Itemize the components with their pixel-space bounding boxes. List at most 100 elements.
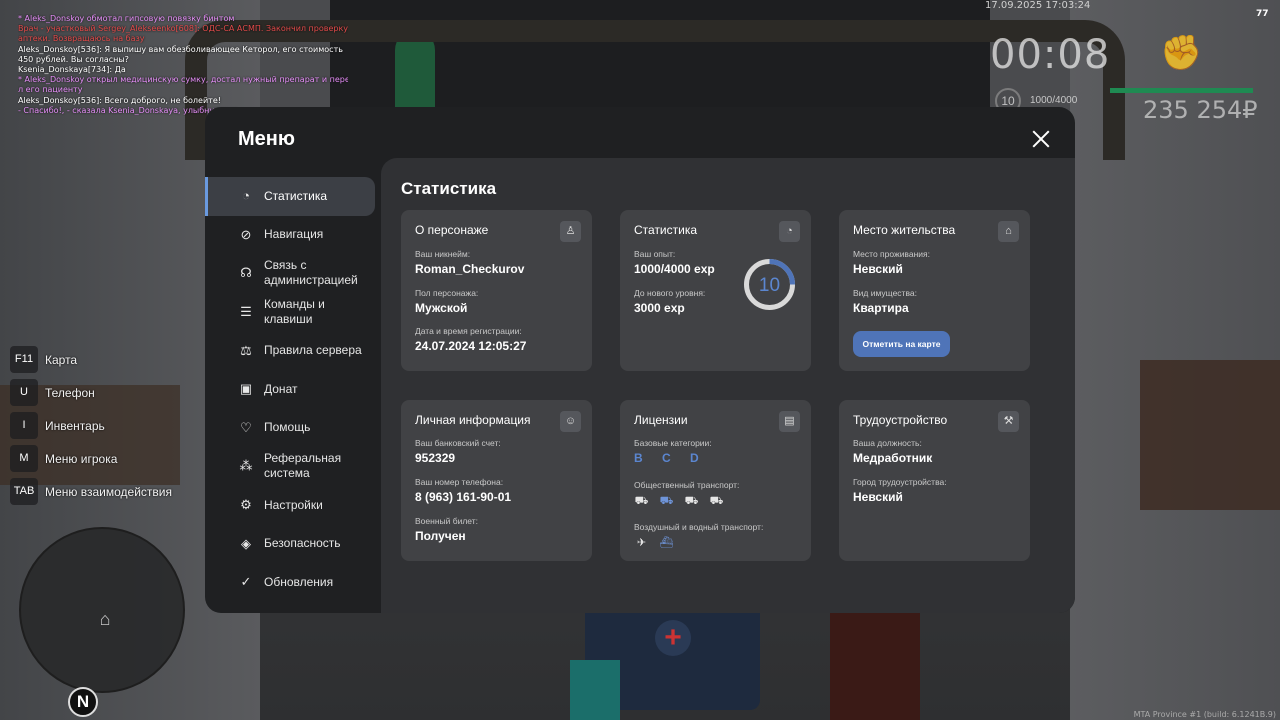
keybind-key: F11 (10, 346, 38, 373)
document-icon: ☰ (240, 304, 252, 320)
property-type-value: Квартира (853, 301, 909, 315)
property-type-label: Вид имущества: (853, 288, 917, 298)
sidebar-item-label: Навигация (264, 227, 324, 242)
chat-line: аптеки. Возвращаюсь на базу (18, 34, 145, 44)
card-title: Статистика (634, 223, 698, 237)
health-bar (1110, 88, 1253, 93)
public-transport-label: Общественный транспорт: (634, 480, 740, 490)
sidebar-item-label: Помощь (264, 420, 311, 435)
sidebar-item[interactable]: ⚖ Правила сервера (205, 331, 381, 370)
sidebar-item[interactable]: ⊘ Навигация (205, 216, 381, 255)
air-water-transport-label: Воздушный и водный транспорт: (634, 522, 764, 532)
base-categories-value: B C D (634, 451, 707, 465)
personal-info-card: Личная информация ☺ Ваш банковский счет:… (401, 400, 592, 561)
crate-right (1140, 360, 1280, 510)
plane-icon: ✈ (636, 537, 647, 549)
registration-value: 24.07.2024 12:05:27 (415, 339, 527, 353)
residence-card: Место жительства ⌂ Место проживания: Нев… (839, 210, 1030, 371)
keybind-label: Карта (45, 352, 78, 367)
employment-city-value: Невский (853, 490, 903, 504)
card-title: Лицензии (634, 413, 688, 427)
keybind-label: Телефон (45, 385, 95, 400)
hud-exp: 1000/4000 (1030, 95, 1078, 106)
sidebar-item[interactable]: ▣ Донат (205, 370, 381, 409)
statistics-panel: Статистика О персонаже ♙ Ваш никнейм: Ro… (381, 158, 1075, 613)
sidebar-item-label: Безопасность (264, 536, 341, 551)
sidebar-item-label: Обновления (264, 574, 334, 589)
sidebar-item-label: Донат (264, 381, 298, 396)
user-circle-icon: ☺ (560, 411, 581, 432)
sidebar-item[interactable]: ◈ Безопасность (205, 524, 381, 563)
sidebar-item[interactable]: ✓ Обновления (205, 563, 381, 602)
character-leg (830, 610, 920, 720)
mark-on-map-button[interactable]: Отметить на карте (853, 331, 950, 357)
card-title: Личная информация (415, 413, 531, 427)
sidebar-item-label: Реферальная система (264, 451, 342, 481)
menu-sidebar: ◔ Статистика ⊘ Навигация ☊ Связь с администра… (205, 177, 381, 602)
character-leg (570, 660, 620, 720)
heart-icon: ♡ (240, 419, 252, 435)
residence-value: Невский (853, 262, 903, 276)
next-level-value: 3000 exp (634, 301, 685, 315)
bus-icon: ⛟ (659, 495, 674, 507)
character-card: О персонаже ♙ Ваш никнейм: Roman_Checkur… (401, 210, 592, 371)
bank-account-value: 952329 (415, 451, 456, 465)
chat-log: * Aleks_Donskoy обмотал гипсовую повязку… (18, 14, 348, 116)
stats-card: Статистика ◔ Ваш опыт: 1000/4000 exp До … (620, 210, 811, 371)
sidebar-item[interactable]: ♡ Помощь (205, 409, 381, 448)
id-card-icon: ▤ (779, 411, 800, 432)
keybind-key: I (10, 412, 38, 439)
level-progress-ring: 10 (744, 259, 795, 310)
gender-value: Мужской (415, 301, 468, 315)
sidebar-item[interactable]: ⚙ Настройки (205, 486, 381, 525)
exp-value: 1000/4000 exp (634, 262, 715, 276)
menu-title: Меню (238, 128, 295, 150)
keybind-row: U Телефон (10, 379, 172, 406)
chat-line: Aleks_Donskoy[536]: Всего доброго, не бо… (18, 95, 221, 105)
sidebar-item[interactable]: ☊ Связь с администрацией (205, 254, 381, 293)
card-title: Место жительства (853, 223, 956, 237)
hud-money: 235 254₽ (1143, 96, 1258, 124)
close-button[interactable] (1029, 127, 1053, 151)
sidebar-item-label: Связь с администрацией (264, 258, 358, 288)
bank-account-label: Ваш банковский счет: (415, 438, 501, 448)
chat-line: 450 рублей. Вы согласны? (18, 54, 129, 64)
chat-line: * Aleks_Donskoy открыл медицинскую сумку… (18, 75, 348, 85)
nickname-value: Roman_Checkurov (415, 262, 525, 276)
keybind-key: TAB (10, 478, 38, 505)
sidebar-item[interactable]: ☰ Команды и клавиши (205, 293, 381, 332)
sidebar-item-label: Правила сервера (264, 343, 362, 358)
air-water-transport-icons: ✈ ⛴ (634, 536, 674, 551)
compass-icon: ⊘ (240, 226, 252, 242)
chat-line: л его пациенту (18, 85, 83, 95)
sidebar-item[interactable]: ⁂ Реферальная система (205, 447, 381, 486)
chat-line: Ksenia_Donskaya[734]: Да (18, 65, 126, 75)
fist-icon: ✊ (1160, 34, 1203, 72)
keybind-key: U (10, 379, 38, 406)
keybind-row: M Меню игрока (10, 445, 172, 472)
hud-timer: 00:08 (990, 32, 1111, 78)
panel-title: Статистика (401, 179, 497, 198)
residence-label: Место проживания: (853, 249, 930, 259)
shield-icon: ◈ (241, 535, 251, 551)
position-value: Медработник (853, 451, 933, 465)
next-level-label: До нового уровня: (634, 288, 706, 298)
phone-value: 8 (963) 161-90-01 (415, 490, 512, 504)
trolleybus-icon: ⛟ (634, 495, 649, 507)
minimap: ⌂ (19, 527, 185, 693)
medical-cross-icon: + (655, 620, 691, 656)
card-title: О персонаже (415, 223, 489, 237)
licenses-card: Лицензии ▤ Базовые категории: B C D Обще… (620, 400, 811, 561)
keybind-row: TAB Меню взаимодействия (10, 478, 172, 505)
sidebar-item[interactable]: ◔ Статистика (205, 177, 375, 216)
exp-label: Ваш опыт: (634, 249, 676, 259)
sidebar-item-label: Команды и клавиши (264, 297, 325, 327)
keybind-row: I Инвентарь (10, 412, 172, 439)
scales-icon: ⚖ (240, 342, 252, 358)
headset-icon: ☊ (240, 265, 252, 281)
check-circle-icon: ✓ (240, 574, 252, 590)
network-icon: ⁂ (239, 458, 253, 474)
card-title: Трудоустройство (853, 413, 948, 427)
menu-modal: Меню ◔ Статистика ⊘ Навигация ☊ Связь с админ… (205, 107, 1075, 613)
public-transport-icons: ⛟ ⛟ ⛟ ⛟ (634, 494, 724, 509)
